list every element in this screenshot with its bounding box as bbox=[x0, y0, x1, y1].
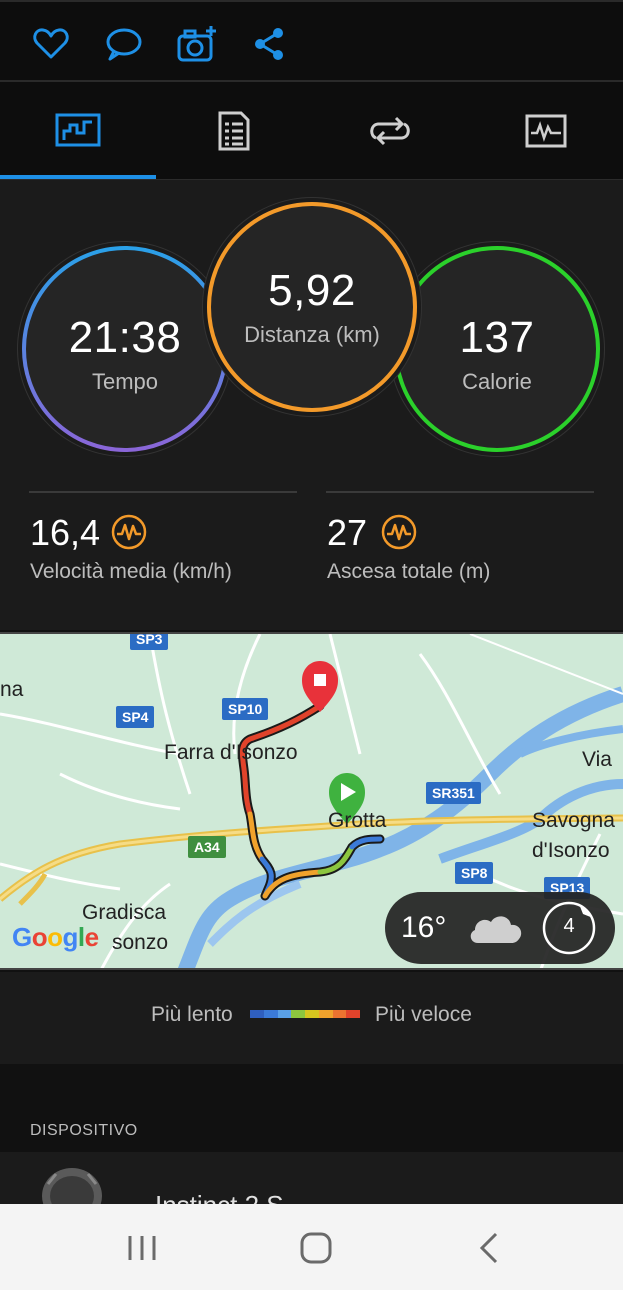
details-list-icon bbox=[218, 111, 249, 151]
road-shield: SP4 bbox=[116, 706, 155, 728]
weather-temperature: 16° bbox=[401, 911, 447, 944]
watch-icon bbox=[42, 1168, 102, 1204]
map-place-label: Via bbox=[582, 748, 612, 771]
divider bbox=[326, 491, 594, 493]
tab-laps[interactable] bbox=[312, 82, 467, 180]
map-place-label: Savogna bbox=[532, 809, 615, 832]
map-place-label: d'Isonzo bbox=[532, 839, 610, 862]
comment-icon[interactable] bbox=[104, 24, 144, 64]
share-icon[interactable] bbox=[250, 24, 290, 64]
time-ring: 21:38 Tempo bbox=[18, 242, 232, 456]
calories-ring: 137 Calorie bbox=[390, 242, 604, 456]
wind-indicator: 4 bbox=[541, 900, 597, 956]
distance-ring: 5,92 Distanza (km) bbox=[203, 198, 421, 416]
device-name: Instinct 2 S bbox=[155, 1190, 284, 1204]
cloud-icon bbox=[471, 916, 522, 943]
route-map[interactable]: SP3 SP4 SP10 SR351 A34 SP8 SP13 na Farra… bbox=[0, 632, 623, 970]
legend-slow-label: Più lento bbox=[151, 1003, 233, 1026]
activity-wave-icon[interactable] bbox=[111, 514, 147, 550]
weather-badge[interactable]: 16° 4 bbox=[385, 892, 615, 964]
road-shield: SP10 bbox=[222, 698, 269, 720]
avg-speed-label: Velocità media (km/h) bbox=[30, 560, 232, 583]
home-icon[interactable] bbox=[296, 1228, 336, 1268]
google-logo: Google bbox=[12, 922, 99, 952]
map-place-label: Grotta bbox=[328, 809, 387, 832]
ascent-value: 27 bbox=[327, 512, 368, 553]
back-icon[interactable] bbox=[470, 1228, 510, 1268]
device-row[interactable]: Instinct 2 S bbox=[0, 1152, 623, 1204]
graphs-icon bbox=[525, 114, 566, 148]
legend-fast-label: Più veloce bbox=[375, 1003, 472, 1026]
tab-summary[interactable] bbox=[0, 82, 155, 180]
ascent-label: Ascesa totale (m) bbox=[327, 560, 491, 583]
tab-details[interactable] bbox=[156, 82, 311, 180]
avg-speed-value: 16,4 bbox=[30, 512, 101, 553]
activity-action-bar bbox=[0, 0, 623, 82]
road-shield: A34 bbox=[188, 836, 226, 858]
speed-gradient-bar bbox=[250, 1010, 360, 1018]
divider bbox=[29, 491, 297, 493]
heart-icon[interactable] bbox=[31, 24, 71, 64]
summary-chart-icon bbox=[55, 113, 100, 147]
laps-icon bbox=[369, 116, 410, 146]
road-shield: SP8 bbox=[455, 862, 494, 884]
activity-tabs bbox=[0, 82, 623, 180]
recents-icon[interactable] bbox=[122, 1228, 162, 1268]
map-place-label: na bbox=[0, 678, 24, 701]
road-shield: SP3 bbox=[130, 634, 169, 650]
activity-wave-icon[interactable] bbox=[381, 514, 417, 550]
wind-speed: 4 bbox=[563, 915, 575, 937]
road-shield: SR351 bbox=[426, 782, 481, 804]
map-place-label: sonzo bbox=[112, 931, 169, 954]
device-section: DISPOSITIVO Instinct 2 S bbox=[0, 1064, 623, 1204]
system-navbar bbox=[0, 1204, 623, 1290]
add-photo-icon[interactable] bbox=[176, 24, 216, 64]
device-section-title: DISPOSITIVO bbox=[30, 1122, 138, 1139]
speed-legend: Più lento Più veloce bbox=[0, 972, 623, 1064]
map-place-label: Farra d'Isonzo bbox=[164, 741, 298, 764]
tab-graphs[interactable] bbox=[468, 82, 623, 180]
